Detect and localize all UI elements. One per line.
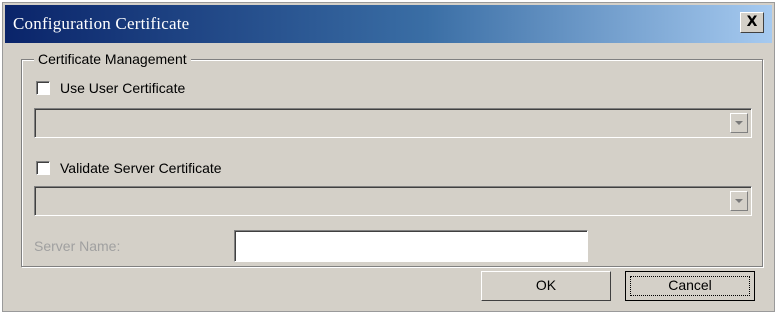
close-button[interactable]: X [740, 12, 764, 33]
server-name-label: Server Name: [34, 238, 121, 254]
validate-server-certificate-row[interactable]: Validate Server Certificate [36, 160, 222, 176]
validate-server-certificate-label: Validate Server Certificate [60, 160, 222, 176]
configuration-certificate-dialog: Configuration Certificate X Certificate … [2, 2, 775, 312]
focus-indicator [630, 276, 750, 296]
ok-button[interactable]: OK [481, 271, 611, 301]
certificate-management-group: Certificate Management Use User Certific… [21, 50, 763, 267]
cancel-button[interactable]: Cancel [625, 271, 755, 301]
group-title: Certificate Management [34, 50, 191, 68]
use-user-certificate-label: Use User Certificate [60, 80, 186, 96]
user-certificate-select[interactable] [34, 108, 752, 138]
close-icon: X [746, 14, 758, 30]
use-user-certificate-row[interactable]: Use User Certificate [36, 80, 185, 96]
chevron-down-icon[interactable] [730, 113, 748, 133]
use-user-certificate-checkbox[interactable] [36, 81, 50, 95]
window-title: Configuration Certificate [13, 14, 190, 33]
server-certificate-select[interactable] [34, 186, 752, 216]
server-name-input[interactable] [234, 230, 588, 262]
validate-server-certificate-checkbox[interactable] [36, 161, 50, 175]
title-bar[interactable]: Configuration Certificate X [5, 5, 772, 43]
chevron-down-icon[interactable] [730, 191, 748, 211]
